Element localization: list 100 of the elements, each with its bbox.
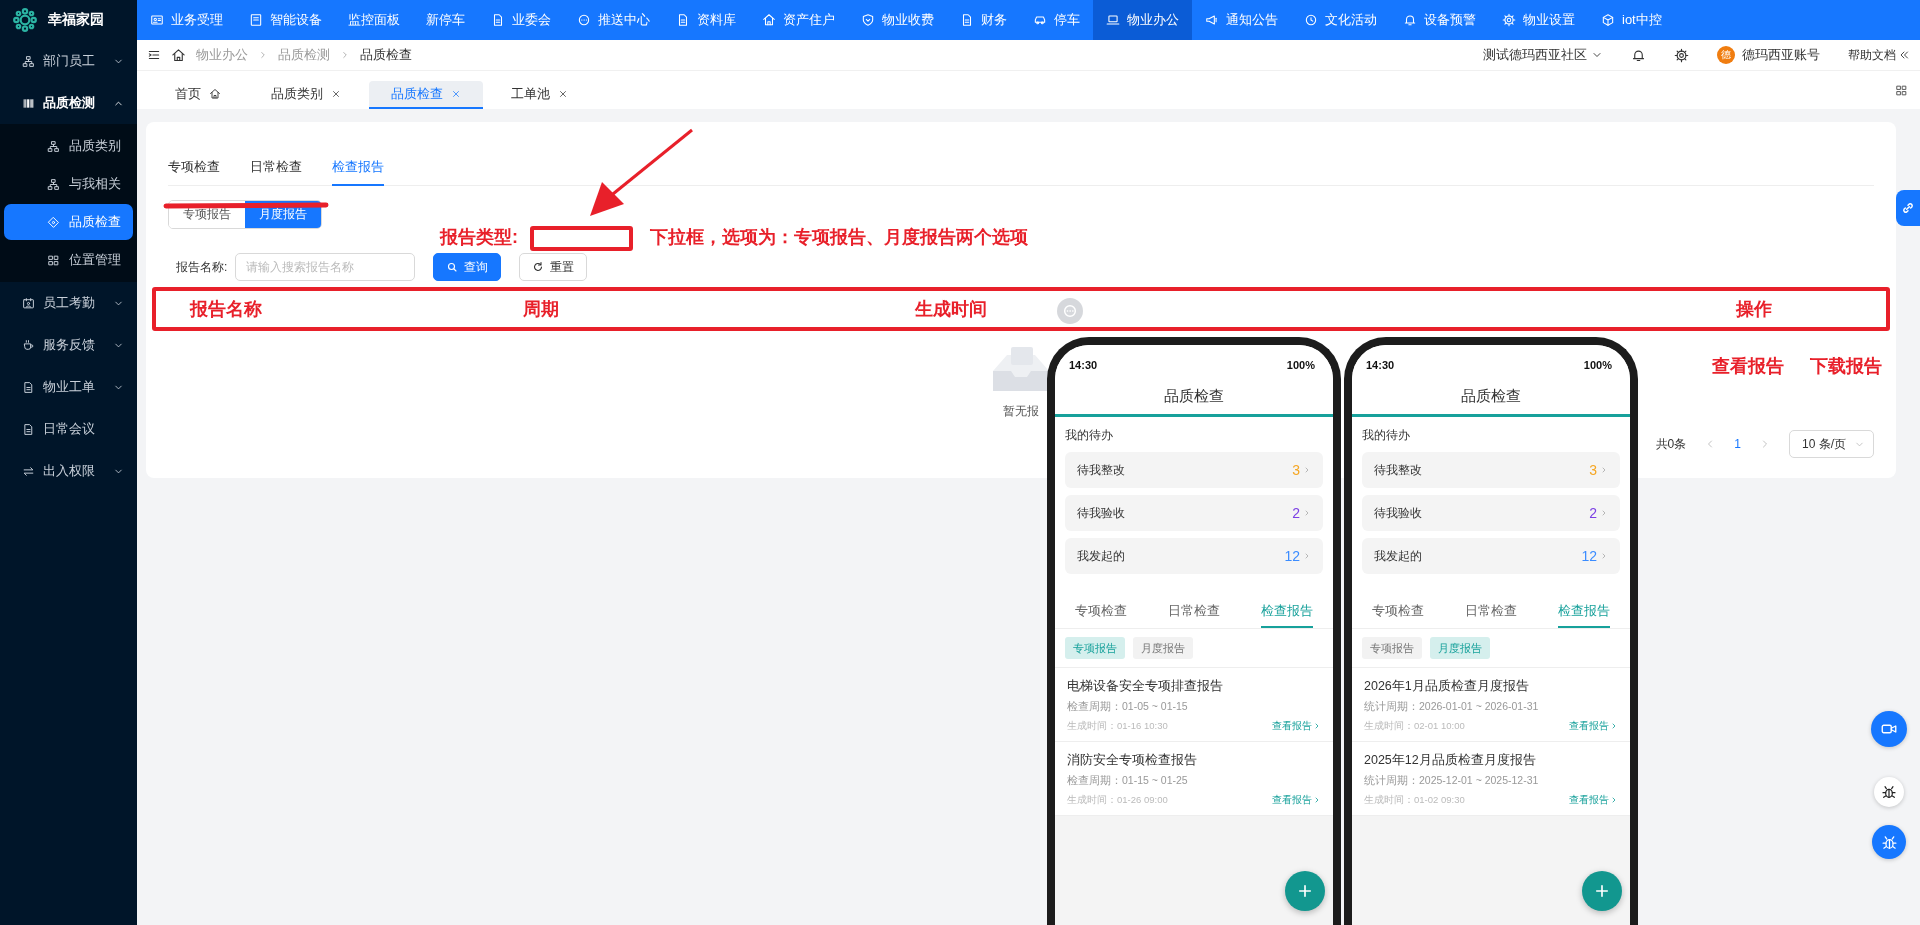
sidebar-item[interactable]: 出入权限 (0, 450, 137, 492)
view-report-link[interactable]: 查看报告 (1272, 719, 1321, 733)
todo-row[interactable]: 我发起的 12 (1362, 538, 1620, 574)
document-icon (22, 422, 35, 436)
phone-tab[interactable]: 专项检查 (1372, 599, 1425, 628)
close-icon (558, 89, 568, 99)
page-tab[interactable]: 品质检查 (369, 81, 483, 109)
todo-row[interactable]: 我发起的 12 (1065, 538, 1323, 574)
sidebar-item[interactable]: 员工考勤 (0, 282, 137, 324)
nav-item[interactable]: iot中控 (1588, 0, 1675, 40)
nav-item[interactable]: 停车 (1020, 0, 1093, 40)
annotation-label: 下载报告 (1810, 355, 1882, 377)
close-icon (331, 89, 341, 99)
nav-item[interactable]: 物业收费 (848, 0, 947, 40)
debug-button[interactable] (1874, 777, 1904, 807)
filter-chip[interactable]: 专项报告 (1065, 637, 1125, 659)
reset-button[interactable]: 重置 (519, 253, 588, 281)
filter-chip[interactable]: 月度报告 (1430, 637, 1490, 659)
sidebar-subitem[interactable]: 品质检查 (4, 204, 133, 240)
avatar[interactable]: 德 (1717, 46, 1735, 64)
help-link[interactable]: 帮助文档 (1848, 46, 1910, 64)
filter-chip[interactable]: 专项报告 (1362, 637, 1422, 659)
phone-tab[interactable]: 检查报告 (1260, 599, 1313, 628)
video-button[interactable] (1871, 711, 1907, 747)
cup-icon (22, 338, 35, 352)
todo-row[interactable]: 待我整改 3 (1065, 452, 1323, 488)
phone-tab[interactable]: 日常检查 (1465, 599, 1517, 628)
total-count: 共0条 (1655, 435, 1687, 453)
page-number[interactable]: 1 (1734, 437, 1741, 451)
screen-title: 品质检查 (1055, 371, 1333, 417)
page-tab[interactable]: 首页 (153, 81, 243, 109)
document-icon (491, 13, 505, 27)
sidebar-item[interactable]: 物业工单 (0, 366, 137, 408)
sidebar-subitem[interactable]: 位置管理 (4, 242, 133, 278)
nav-item[interactable]: 新停车 (413, 0, 478, 40)
double-chevron-left-icon (1898, 49, 1910, 61)
annotation-label: 查看报告 (1712, 355, 1784, 377)
nav-item[interactable]: 通知公告 (1192, 0, 1291, 40)
todo-row[interactable]: 待我验收 2 (1065, 495, 1323, 531)
bell-icon (1403, 13, 1417, 27)
page-size-select[interactable]: 10 条/页 (1789, 430, 1874, 458)
nav-item[interactable]: 资产住户 (749, 0, 848, 40)
sidebar-subitem[interactable]: 与我相关 (4, 166, 133, 202)
annotation-label: 报告名称 (190, 298, 262, 320)
page-tab[interactable]: 工单池 (489, 81, 590, 109)
todo-count: 2 (1292, 505, 1300, 521)
phone-tab[interactable]: 专项检查 (1075, 599, 1128, 628)
close-icon (451, 89, 461, 99)
community-select[interactable]: 测试德玛西亚社区 (1483, 46, 1603, 64)
content-tab[interactable]: 专项检查 (168, 152, 220, 186)
sidebar-subitem[interactable]: 品质类别 (4, 128, 133, 164)
sidebar-item[interactable]: 部门员工 (0, 40, 137, 82)
refresh-icon (532, 261, 545, 273)
view-report-link[interactable]: 查看报告 (1272, 793, 1321, 807)
breadcrumb-item[interactable]: 品质检测 (278, 46, 330, 64)
nav-item[interactable]: 推送中心 (564, 0, 663, 40)
add-button[interactable] (1285, 871, 1325, 911)
sitemap-icon (47, 177, 60, 191)
breadcrumb-item[interactable]: 物业办公 (196, 46, 248, 64)
chevron-right-icon (1303, 466, 1311, 474)
report-period: 检查周期：01-05 ~ 01-15 (1067, 700, 1189, 714)
filter-chip[interactable]: 月度报告 (1133, 637, 1193, 659)
plus-icon (1296, 882, 1314, 900)
sidebar-item[interactable]: 服务反馈 (0, 324, 137, 366)
nav-item[interactable]: 物业设置 (1489, 0, 1588, 40)
sidebar-item[interactable]: 品质检测 (0, 82, 137, 124)
nav-item[interactable]: 资料库 (663, 0, 749, 40)
report-time: 生成时间：01-16 10:30 (1067, 719, 1169, 733)
nav-item[interactable]: 设备预警 (1390, 0, 1489, 40)
phone-tab[interactable]: 日常检查 (1168, 599, 1220, 628)
search-field[interactable]: 请输入搜索报告名称 (235, 253, 416, 281)
todo-row[interactable]: 待我整改 3 (1362, 452, 1620, 488)
sidebar-item[interactable]: 日常会议 (0, 408, 137, 450)
nav-item[interactable]: 文化活动 (1291, 0, 1390, 40)
report-title: 2026年1月品质检查月度报告 (1364, 678, 1530, 695)
nav-item[interactable]: 业务受理 (137, 0, 236, 40)
id-card-icon (150, 13, 164, 27)
page-tab[interactable]: 品质类别 (249, 81, 363, 109)
home-icon (209, 88, 221, 100)
add-button[interactable] (1582, 871, 1622, 911)
query-button[interactable]: 查询 (433, 253, 502, 281)
nav-item[interactable]: 物业办公 (1093, 0, 1192, 40)
chevron-right-icon (340, 50, 350, 60)
content-tab[interactable]: 日常检查 (250, 152, 302, 186)
phone-tab[interactable]: 检查报告 (1557, 599, 1610, 628)
nav-item[interactable]: 财务 (947, 0, 1020, 40)
link-button[interactable] (1896, 190, 1920, 226)
view-report-link[interactable]: 查看报告 (1569, 793, 1618, 807)
bell-icon (1631, 47, 1646, 63)
todo-row[interactable]: 待我验收 2 (1362, 495, 1620, 531)
content-tab[interactable]: 检查报告 (332, 152, 384, 186)
nav-item[interactable]: 业委会 (478, 0, 564, 40)
nav-item[interactable]: 监控面板 (335, 0, 413, 40)
annotation-label: 周期 (523, 298, 559, 320)
bug-icon (1881, 784, 1897, 800)
nav-item[interactable]: 智能设备 (236, 0, 335, 40)
annotation-label: 生成时间 (915, 298, 987, 320)
view-report-link[interactable]: 查看报告 (1569, 719, 1618, 733)
account-name[interactable]: 德玛西亚账号 (1742, 46, 1820, 64)
home-icon (762, 13, 776, 27)
